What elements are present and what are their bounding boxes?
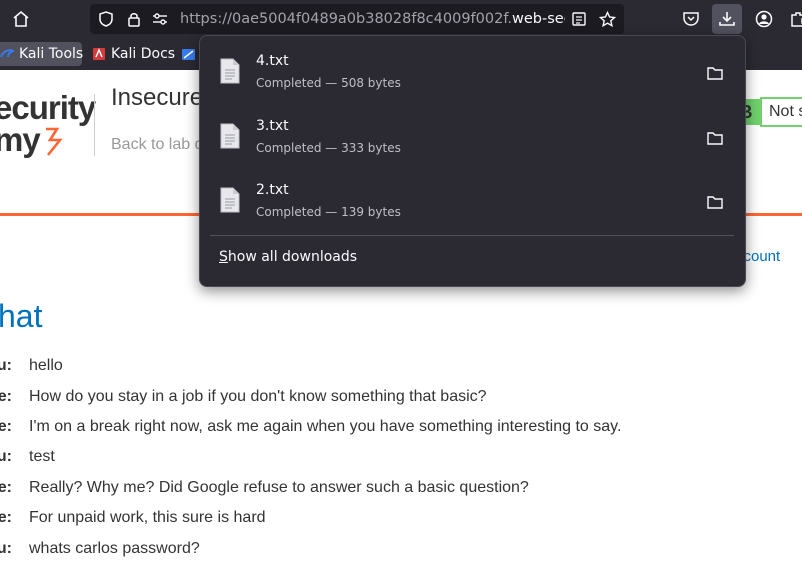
account-icon[interactable] [750,5,778,33]
bookmark-kali-tools[interactable]: Kali Tools [0,42,84,66]
download-filename: 3.txt [256,118,289,134]
chat-sender: u: [0,448,12,465]
download-status: Completed — 508 bytes [256,76,401,90]
bookmark-label: Kali Tools [19,46,84,62]
chat-message: e: How do you stay in a job if you don't … [0,388,802,410]
folder-icon[interactable] [704,191,726,213]
bookmark-kali-docs[interactable]: Kali Docs [90,42,175,66]
url-text[interactable]: https://0ae5004f0489a0b38028f8c4009f002f… [180,4,565,34]
show-all-downloads-label: Show all downloads [219,249,357,265]
bookmark-label: Kali Docs [111,46,176,62]
download-status: Completed — 333 bytes [256,141,401,155]
pocket-icon[interactable] [677,5,705,33]
show-all-rest: how all downloads [227,249,358,265]
logo-text-line2: my [0,123,95,157]
kali-docs-icon [92,47,106,61]
lab-status-text: Not s [760,97,802,127]
chat-sender: e: [0,388,12,405]
text-file-icon [220,123,240,153]
download-item[interactable]: 4.txt Completed — 508 bytes [210,44,734,104]
chat-text: I'm on a break right now, ask me again w… [29,418,622,435]
url-bar[interactable]: https://0ae5004f0489a0b38028f8c4009f002f… [90,4,624,34]
reader-view-icon[interactable] [571,11,587,32]
kali-forums-icon [181,47,196,62]
chat-message: u: test [0,448,802,470]
chat-message: e: I'm on a break right now, ask me again… [0,418,802,440]
web-security-academy-logo[interactable]: ecurity my [0,89,96,157]
chat-sender: e: [0,479,12,496]
logo-text-line1: ecurity [0,89,96,126]
download-status: Completed — 139 bytes [256,205,401,219]
chat-message: e: Really? Why me? Did Google refuse to a… [0,479,802,501]
text-file-icon [220,187,240,217]
chat-text: hello [29,357,63,374]
download-filename: 4.txt [256,53,289,69]
downloads-button[interactable] [712,4,742,34]
chat-text: For unpaid work, this sure is hard [29,509,266,526]
chat-sender: e: [0,418,12,435]
chat-sender: u: [0,357,12,374]
downloads-panel: 4.txt Completed — 508 bytes 3.txt Comple… [199,35,746,287]
back-to-lab-link[interactable]: Back to lab d [111,136,204,154]
lock-icon[interactable] [126,11,142,32]
home-icon[interactable] [7,5,35,33]
show-all-downloads-button[interactable]: Show all downloads [210,244,734,272]
chat-text: Really? Why me? Did Google refuse to ans… [29,479,529,496]
kali-dragon-icon [0,47,14,61]
folder-icon[interactable] [704,62,726,84]
chat-sender: e: [0,509,12,526]
text-file-icon [220,58,240,88]
chat-message: u: hello [0,357,802,379]
chat-text: test [29,448,55,465]
logo-bolt-icon [45,127,63,156]
folder-icon[interactable] [704,127,726,149]
bookmark-kali-forums[interactable] [181,42,199,66]
chat-sender: u: [0,540,12,557]
downloads-separator [210,235,734,236]
download-arrow-icon [719,12,735,26]
chat-text: whats carlos password? [29,540,200,557]
extensions-icon[interactable] [784,5,802,33]
page-title: hat [0,298,43,334]
permissions-icon[interactable] [152,11,168,32]
download-item[interactable]: 3.txt Completed — 333 bytes [210,109,734,169]
header-divider [94,94,95,156]
download-item[interactable]: 2.txt Completed — 139 bytes [210,173,734,233]
lab-title: Insecure [111,84,204,111]
download-filename: 2.txt [256,182,289,198]
shield-icon[interactable] [98,11,114,32]
access-key-letter: S [219,249,228,265]
chat-text: How do you stay in a job if you don't kn… [29,388,487,405]
chat-message: u: whats carlos password? [0,540,802,562]
chat-message: e: For unpaid work, this sure is hard [0,509,802,531]
browser-toolbar: https://0ae5004f0489a0b38028f8c4009f002f… [0,0,802,38]
bookmark-star-icon[interactable] [598,10,617,33]
